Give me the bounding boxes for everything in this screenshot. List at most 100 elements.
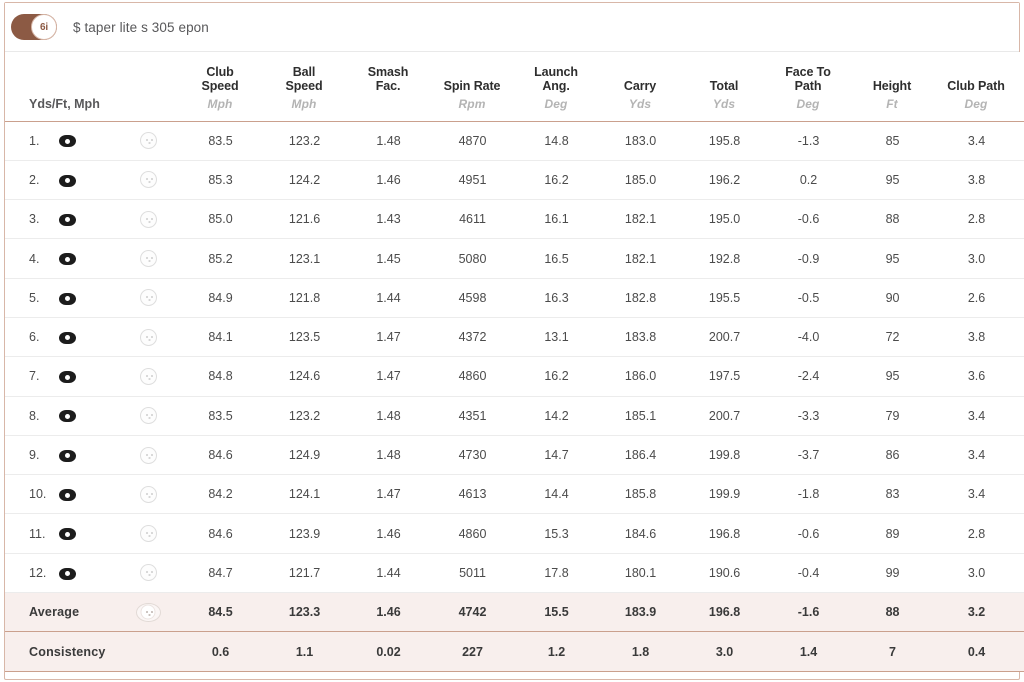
shot-visibility-cell[interactable] xyxy=(55,396,111,436)
eye-icon[interactable] xyxy=(59,174,76,187)
table-body: 1. 83.5 123.2 1.48 4870 14.8 183.0 195.8 -1.3 85 3… xyxy=(5,121,1024,594)
cell-height: 72 xyxy=(857,317,942,358)
table-row[interactable]: 10. 84.2 124.1 1.47 4613 14.4 185.8 199.9 -1.8 83… xyxy=(5,474,1024,515)
cell-total: 192.8 xyxy=(689,238,774,279)
cell-club-path: 3.0 xyxy=(941,553,1024,594)
shot-ball-cell[interactable] xyxy=(111,435,186,476)
shot-visibility-cell[interactable] xyxy=(55,199,111,240)
column-header-club-speed[interactable]: Club Speed Mph xyxy=(185,52,270,122)
table-row[interactable]: 5. 84.9 121.8 1.44 4598 16.3 182.8 195.5 -0.5 90 2… xyxy=(5,278,1024,318)
eye-icon[interactable] xyxy=(59,135,76,148)
cell-carry: 186.4 xyxy=(605,435,690,476)
column-header-club-path[interactable]: Club Path Deg xyxy=(941,52,1024,122)
table-row[interactable]: 4. 85.2 123.1 1.45 5080 16.5 182.1 192.8 -0.9 95 3… xyxy=(5,238,1024,279)
cell-carry: 182.1 xyxy=(605,199,690,240)
cell-carry: 182.1 xyxy=(605,238,690,279)
cell-launch-ang: 16.2 xyxy=(521,160,606,201)
shot-number: 7. xyxy=(5,356,55,397)
table-header: Yds/Ft, Mph Club Speed Mph Ball Speed Mph … xyxy=(5,52,1024,122)
summary-row-average-ball-cell[interactable] xyxy=(111,592,186,633)
shot-visibility-cell[interactable] xyxy=(55,435,111,476)
column-header-launch-ang[interactable]: Launch Ang. Deg xyxy=(521,52,606,122)
golf-ball-icon[interactable] xyxy=(139,250,157,268)
shot-ball-cell[interactable] xyxy=(111,199,186,240)
table-row[interactable]: 7. 84.8 124.6 1.47 4860 16.2 186.0 197.5 -2.4 95 3… xyxy=(5,356,1024,397)
club-toggle-badge[interactable]: 6i xyxy=(11,14,57,40)
golf-ball-icon[interactable] xyxy=(139,564,157,582)
shot-visibility-cell[interactable] xyxy=(55,474,111,515)
golf-ball-icon[interactable] xyxy=(139,485,157,503)
shot-visibility-cell[interactable] xyxy=(55,238,111,279)
summary-row-consistency-cell-total: 3.0 xyxy=(689,631,774,672)
summary-row-consistency-cell-club-path: 0.4 xyxy=(941,631,1024,672)
shot-number: 6. xyxy=(5,317,55,358)
column-header-spin-rate[interactable]: Spin Rate Rpm xyxy=(437,52,522,122)
golf-ball-icon[interactable] xyxy=(139,446,157,464)
eye-icon[interactable] xyxy=(59,331,76,344)
column-unit-total: Yds xyxy=(712,96,736,111)
shot-visibility-cell[interactable] xyxy=(55,553,111,594)
golf-ball-icon[interactable] xyxy=(139,328,157,346)
column-header-carry[interactable]: Carry Yds xyxy=(605,52,690,122)
eye-icon[interactable] xyxy=(59,489,76,502)
table-row[interactable]: 1. 83.5 123.2 1.48 4870 14.8 183.0 195.8 -1.3 85 3… xyxy=(5,121,1024,161)
golf-ball-average-icon[interactable] xyxy=(135,602,161,622)
cell-launch-ang: 13.1 xyxy=(521,317,606,358)
eye-icon[interactable] xyxy=(59,567,76,580)
cell-height: 95 xyxy=(857,356,942,397)
shot-ball-cell[interactable] xyxy=(111,160,186,201)
shot-visibility-cell[interactable] xyxy=(55,121,111,161)
golf-ball-icon[interactable] xyxy=(139,525,157,543)
eye-icon[interactable] xyxy=(59,213,76,226)
shot-visibility-cell[interactable] xyxy=(55,356,111,397)
golf-ball-icon[interactable] xyxy=(139,407,157,425)
shot-ball-cell[interactable] xyxy=(111,238,186,279)
cell-face-to-path: -3.7 xyxy=(773,435,858,476)
cell-ball-speed: 124.1 xyxy=(269,474,354,515)
golf-ball-icon[interactable] xyxy=(139,132,157,150)
table-row[interactable]: 6. 84.1 123.5 1.47 4372 13.1 183.8 200.7 -4.0 72 3… xyxy=(5,317,1024,358)
eye-icon[interactable] xyxy=(59,371,76,384)
shot-ball-cell[interactable] xyxy=(111,513,186,554)
cell-total: 200.7 xyxy=(689,317,774,358)
cell-face-to-path: -2.4 xyxy=(773,356,858,397)
table-row[interactable]: 2. 85.3 124.2 1.46 4951 16.2 185.0 196.2 0.2 95 3.… xyxy=(5,160,1024,201)
column-header-face-to-path[interactable]: Face To Path Deg xyxy=(773,52,858,122)
cell-club-speed: 85.0 xyxy=(185,199,270,240)
shot-visibility-cell[interactable] xyxy=(55,278,111,318)
golf-ball-icon[interactable] xyxy=(139,289,157,307)
eye-icon[interactable] xyxy=(59,292,76,305)
golf-ball-icon[interactable] xyxy=(139,171,157,189)
shot-ball-cell[interactable] xyxy=(111,553,186,594)
cell-smash-fac: 1.46 xyxy=(353,160,438,201)
golf-ball-icon[interactable] xyxy=(139,210,157,228)
table-row[interactable]: 11. 84.6 123.9 1.46 4860 15.3 184.6 196.8 -0.6 89… xyxy=(5,513,1024,554)
shot-visibility-cell[interactable] xyxy=(55,513,111,554)
column-header-height[interactable]: Height Ft xyxy=(857,52,942,122)
table-row[interactable]: 3. 85.0 121.6 1.43 4611 16.1 182.1 195.0 -0.6 88 2… xyxy=(5,199,1024,240)
session-title-bar: 6i $ taper lite s 305 epon xyxy=(5,3,1019,52)
shot-ball-cell[interactable] xyxy=(111,278,186,318)
shot-ball-cell[interactable] xyxy=(111,396,186,436)
eye-icon[interactable] xyxy=(59,253,76,266)
table-row[interactable]: 8. 83.5 123.2 1.48 4351 14.2 185.1 200.7 -3.3 79 3… xyxy=(5,396,1024,436)
session-card: 6i $ taper lite s 305 epon Yds/Ft, Mph C… xyxy=(4,2,1024,680)
column-header-total[interactable]: Total Yds xyxy=(689,52,774,122)
eye-icon[interactable] xyxy=(59,528,76,541)
shot-ball-cell[interactable] xyxy=(111,356,186,397)
shot-number: 11. xyxy=(5,513,55,554)
shot-visibility-cell[interactable] xyxy=(55,317,111,358)
column-header-smash-fac[interactable]: Smash Fac. xyxy=(353,52,438,122)
shot-ball-cell[interactable] xyxy=(111,474,186,515)
shot-ball-cell[interactable] xyxy=(111,317,186,358)
shot-visibility-cell[interactable] xyxy=(55,160,111,201)
summary-row-consistency-cell-launch-ang: 1.2 xyxy=(521,631,606,672)
golf-ball-icon[interactable] xyxy=(139,367,157,385)
table-row[interactable]: 12. 84.7 121.7 1.44 5011 17.8 180.1 190.6 -0.4 99… xyxy=(5,553,1024,594)
table-header-row: Yds/Ft, Mph Club Speed Mph Ball Speed Mph … xyxy=(5,52,1024,122)
eye-icon[interactable] xyxy=(59,410,76,423)
shot-ball-cell[interactable] xyxy=(111,121,186,161)
table-row[interactable]: 9. 84.6 124.9 1.48 4730 14.7 186.4 199.8 -3.7 86 3… xyxy=(5,435,1024,476)
column-header-ball-speed[interactable]: Ball Speed Mph xyxy=(269,52,354,122)
eye-icon[interactable] xyxy=(59,449,76,462)
